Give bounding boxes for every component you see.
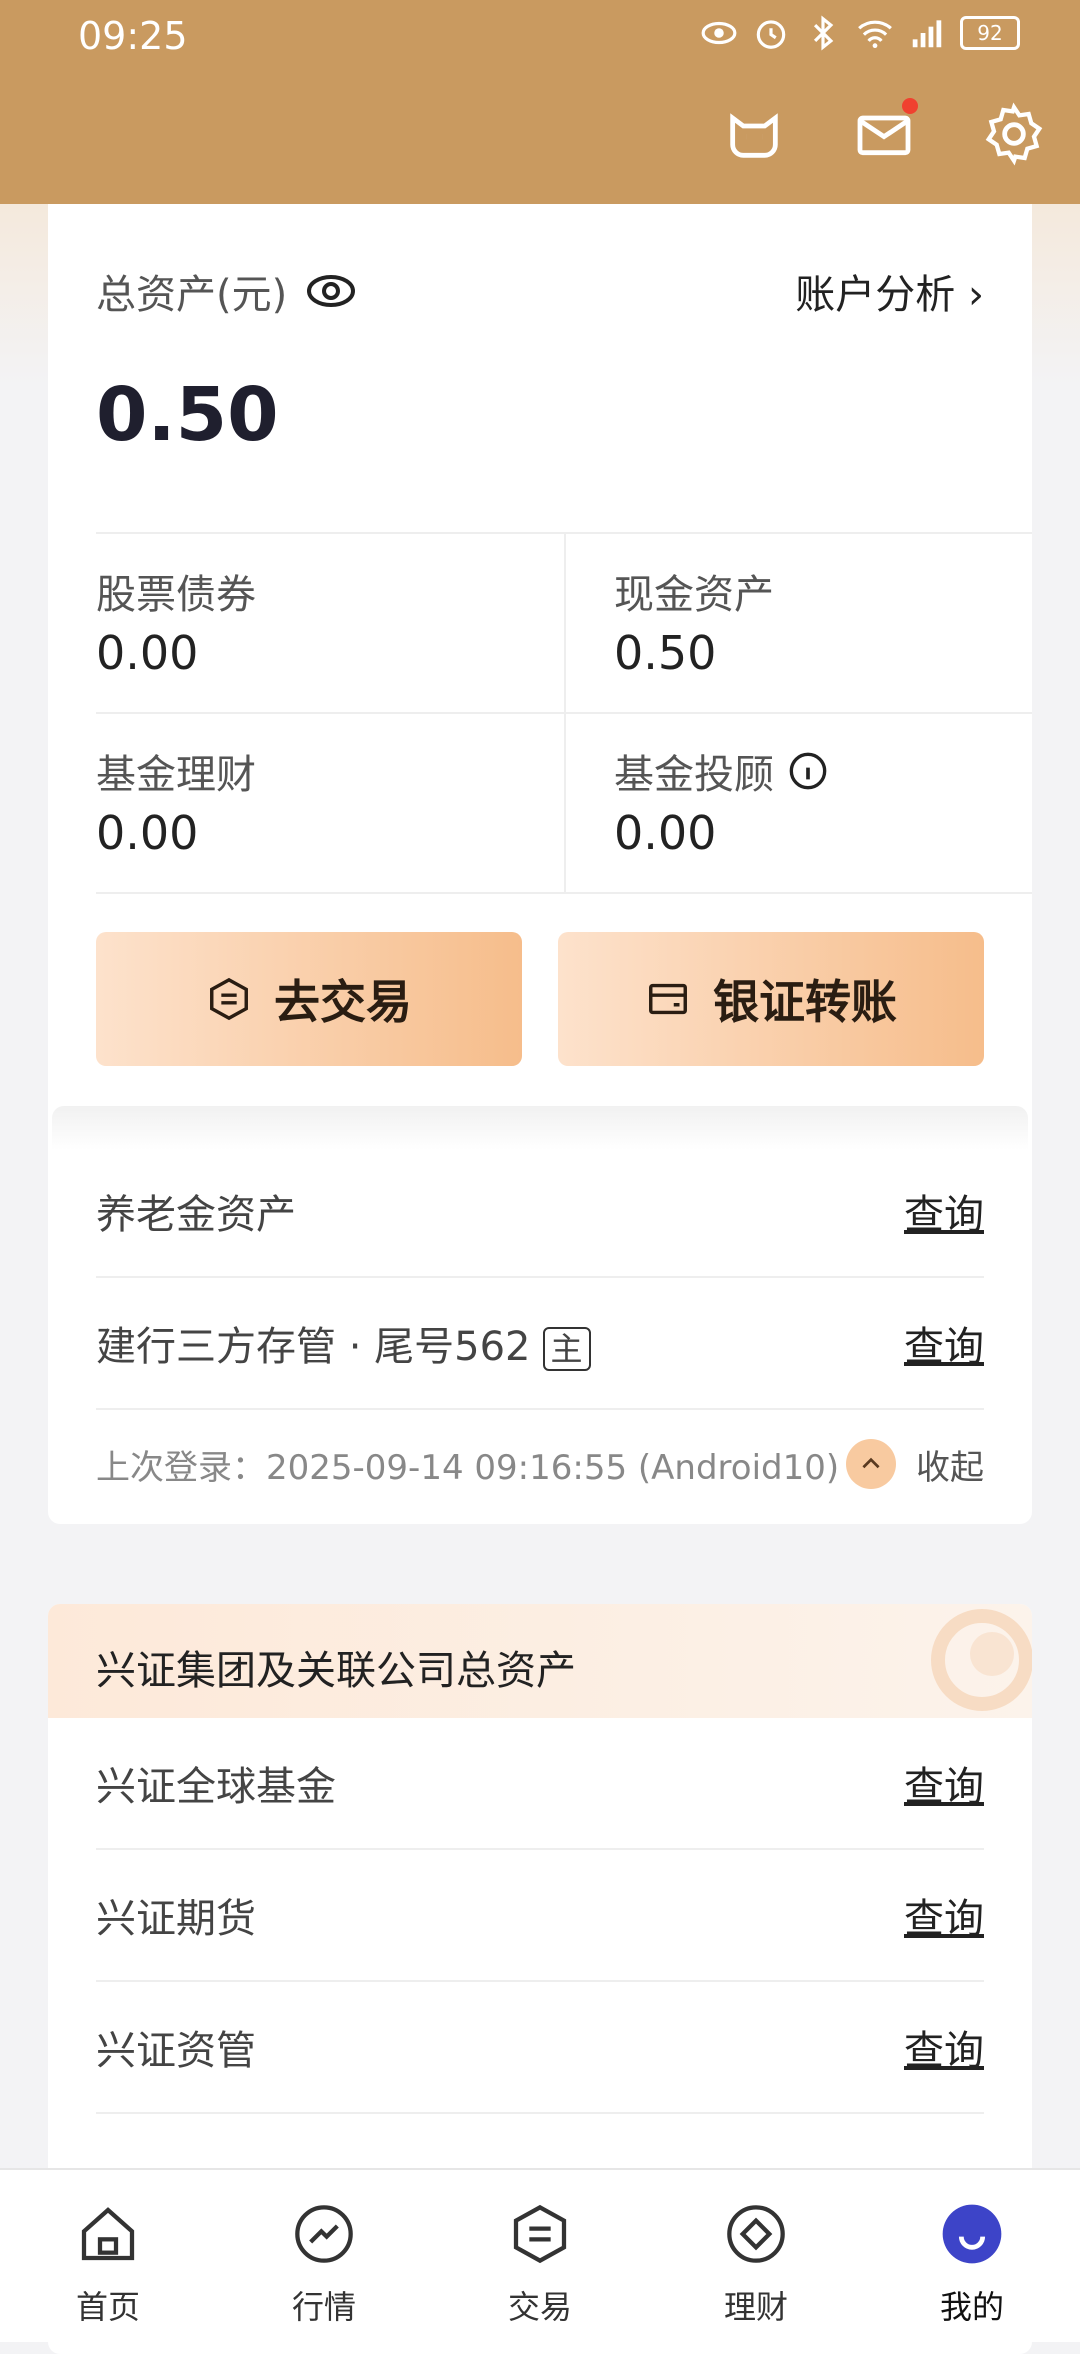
status-time: 09:25: [78, 14, 188, 58]
asset-cell-value: 0.00: [614, 806, 717, 860]
message-button[interactable]: [852, 98, 918, 166]
total-assets-value: 0.50: [96, 372, 279, 458]
asset-cell-funds[interactable]: 基金理财 0.00: [96, 714, 564, 894]
row-label: 养老金资产: [96, 1192, 296, 1238]
group-title: 兴证集团及关联公司总资产: [96, 1648, 576, 1694]
market-icon: [295, 2205, 353, 2263]
go-trade-button[interactable]: 去交易: [96, 932, 522, 1066]
asset-cell-stocks[interactable]: 股票债券 0.00: [96, 534, 564, 714]
asset-cell-label: 基金投顾: [614, 752, 774, 798]
list-item-global-fund: 兴证全球基金 查询: [96, 1718, 984, 1850]
asset-cell-label: 股票债券: [96, 572, 256, 618]
total-assets-label: 总资产(元): [96, 262, 357, 320]
eye-toggle-icon[interactable]: [305, 271, 357, 311]
asset-card: 总资产(元) 账户分析 › 0.50 股票债券 0.00 现金资产 0.50 基…: [48, 204, 1032, 1524]
list-item-asset-mgmt: 兴证资管 查询: [96, 1982, 984, 2114]
asset-cell-label: 现金资产: [614, 572, 774, 618]
last-login-text: 上次登录：2025-09-14 09:16:55 (Android10): [96, 1447, 840, 1488]
go-trade-label: 去交易: [274, 975, 412, 1029]
last-login-bar: 上次登录：2025-09-14 09:16:55 (Android10) 收起: [96, 1414, 984, 1514]
query-link[interactable]: 查询: [904, 1182, 984, 1240]
query-link[interactable]: 查询: [904, 2018, 984, 2076]
bluetooth-icon: [813, 15, 834, 51]
nav-profile[interactable]: 我的: [892, 2170, 1052, 2342]
status-bar: 09:25 92: [0, 0, 1080, 72]
nav-label: 理财: [723, 2288, 788, 2326]
profile-icon: [942, 2204, 1002, 2264]
eye-icon: [701, 21, 737, 45]
customer-service-icon[interactable]: [722, 102, 786, 166]
list-item-custody: 建行三方存管 · 尾号562 主 查询: [96, 1278, 984, 1410]
trade-icon: [210, 977, 248, 1021]
asset-cell-value: 0.50: [614, 626, 717, 680]
battery-indicator: 92: [960, 16, 1020, 50]
primary-tag: 主: [542, 1327, 591, 1371]
info-icon[interactable]: [788, 751, 828, 791]
query-link[interactable]: 查询: [904, 1314, 984, 1372]
asset-cell-cash[interactable]: 现金资产 0.50: [564, 534, 1032, 714]
asset-cell-value: 0.00: [96, 626, 199, 680]
home-icon: [81, 2207, 135, 2261]
account-analysis-link[interactable]: 账户分析 ›: [795, 262, 984, 320]
wallet-icon: [649, 983, 687, 1015]
collapse-button[interactable]: 收起: [846, 1439, 984, 1489]
group-assets-header: 兴证集团及关联公司总资产: [48, 1604, 1032, 1718]
query-link[interactable]: 查询: [904, 1886, 984, 1944]
header-actions: [722, 98, 1046, 166]
asset-cell-value: 0.00: [96, 806, 199, 860]
nav-label: 首页: [75, 2288, 140, 2326]
trade-icon: [513, 2204, 567, 2264]
query-link[interactable]: 查询: [904, 1754, 984, 1812]
total-assets-label-text: 总资产(元): [96, 272, 288, 318]
section-shade: [52, 1106, 1028, 1150]
top-header: 09:25 92: [0, 0, 1080, 204]
nav-home[interactable]: 首页: [28, 2170, 188, 2342]
row-label: 兴证期货: [96, 1896, 256, 1942]
row-label: 建行三方存管 · 尾号562: [96, 1324, 531, 1370]
nav-trade[interactable]: 交易: [460, 2170, 620, 2342]
grid-divider: [96, 892, 1032, 894]
bottom-navigation: 首页 行情 交易 理财 我的: [0, 2168, 1080, 2342]
settings-icon[interactable]: [982, 102, 1046, 166]
asset-cell-advisory[interactable]: 基金投顾 0.00: [564, 714, 1032, 894]
wifi-icon: [858, 20, 892, 49]
logo-swirl-icon: [931, 1609, 1032, 1711]
chevron-up-icon: [846, 1439, 896, 1489]
status-icons: 92: [700, 14, 1020, 52]
collapse-label: 收起: [916, 1447, 984, 1488]
row-label-group: 建行三方存管 · 尾号562 主: [96, 1314, 591, 1372]
bank-transfer-button[interactable]: 银证转账: [558, 932, 984, 1066]
nav-market[interactable]: 行情: [244, 2170, 404, 2342]
asset-cell-label: 基金理财: [96, 752, 256, 798]
row-label: 兴证全球基金: [96, 1764, 336, 1810]
nav-label: 交易: [507, 2288, 572, 2326]
signal-icon: [912, 20, 942, 48]
nav-label: 行情: [291, 2288, 356, 2326]
notification-dot: [902, 98, 918, 114]
row-label: 兴证资管: [96, 2028, 256, 2074]
list-item-pension: 养老金资产 查询: [96, 1146, 984, 1278]
bank-transfer-label: 银证转账: [713, 975, 897, 1029]
list-item-futures: 兴证期货 查询: [96, 1850, 984, 1982]
asset-cell-label-row: 基金投顾: [614, 742, 828, 800]
alarm-icon: [756, 20, 786, 49]
wealth-icon: [727, 2205, 785, 2263]
nav-wealth[interactable]: 理财: [676, 2170, 836, 2342]
grid-divider: [96, 712, 1032, 714]
nav-label: 我的: [939, 2288, 1004, 2326]
